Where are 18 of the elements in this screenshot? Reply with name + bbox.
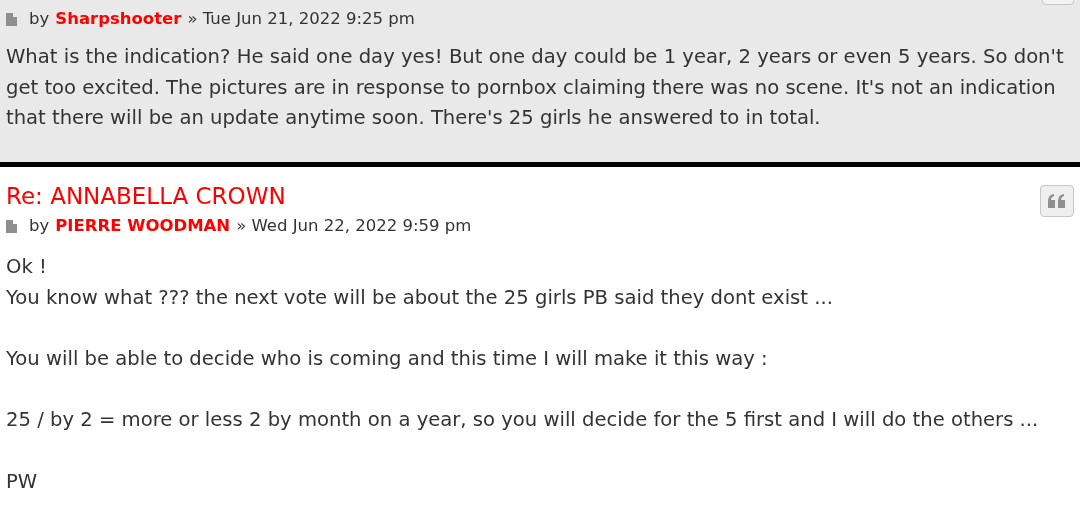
- author-link[interactable]: Sharpshooter: [55, 5, 182, 33]
- quote-button[interactable]: [1040, 185, 1074, 217]
- post-text: 25 / by 2 = more or less 2 by month on a year, so you will decide for the 5 first and I will do the others ...: [6, 407, 1040, 434]
- file-icon: [6, 219, 17, 233]
- post-title[interactable]: Re: ANNABELLA CROWN: [6, 181, 472, 211]
- post-date: » Wed Jun 22, 2022 9:59 pm: [236, 215, 472, 237]
- quote-icon: [1048, 194, 1066, 208]
- post-date: » Tue Jun 21, 2022 9:25 pm: [187, 8, 415, 30]
- quote-button[interactable]: [1042, 0, 1074, 5]
- author-link[interactable]: PIERRE WOODMAN: [55, 212, 231, 240]
- post-text: Ok !: [6, 254, 48, 280]
- meta-text: by: [29, 215, 50, 237]
- post-text: You will be able to decide who is coming and this time I will make it this way :: [6, 346, 769, 373]
- file-icon: [6, 12, 17, 26]
- meta-text: by: [29, 8, 50, 30]
- post-text: What is the indication? He said one day yes! But one day could be 1 year, 2 years or even 5 years. So don't get too excited. The pictures are in response to pornbox claiming there was no scene. It's not an indication that there will be an update anytime soon. There's 25 girls he answered to in total.: [6, 44, 1065, 132]
- post-text: You know what ??? the next vote will be about the 25 girls PB said they dont exist ...: [6, 284, 834, 311]
- post-text: PW: [6, 468, 39, 495]
